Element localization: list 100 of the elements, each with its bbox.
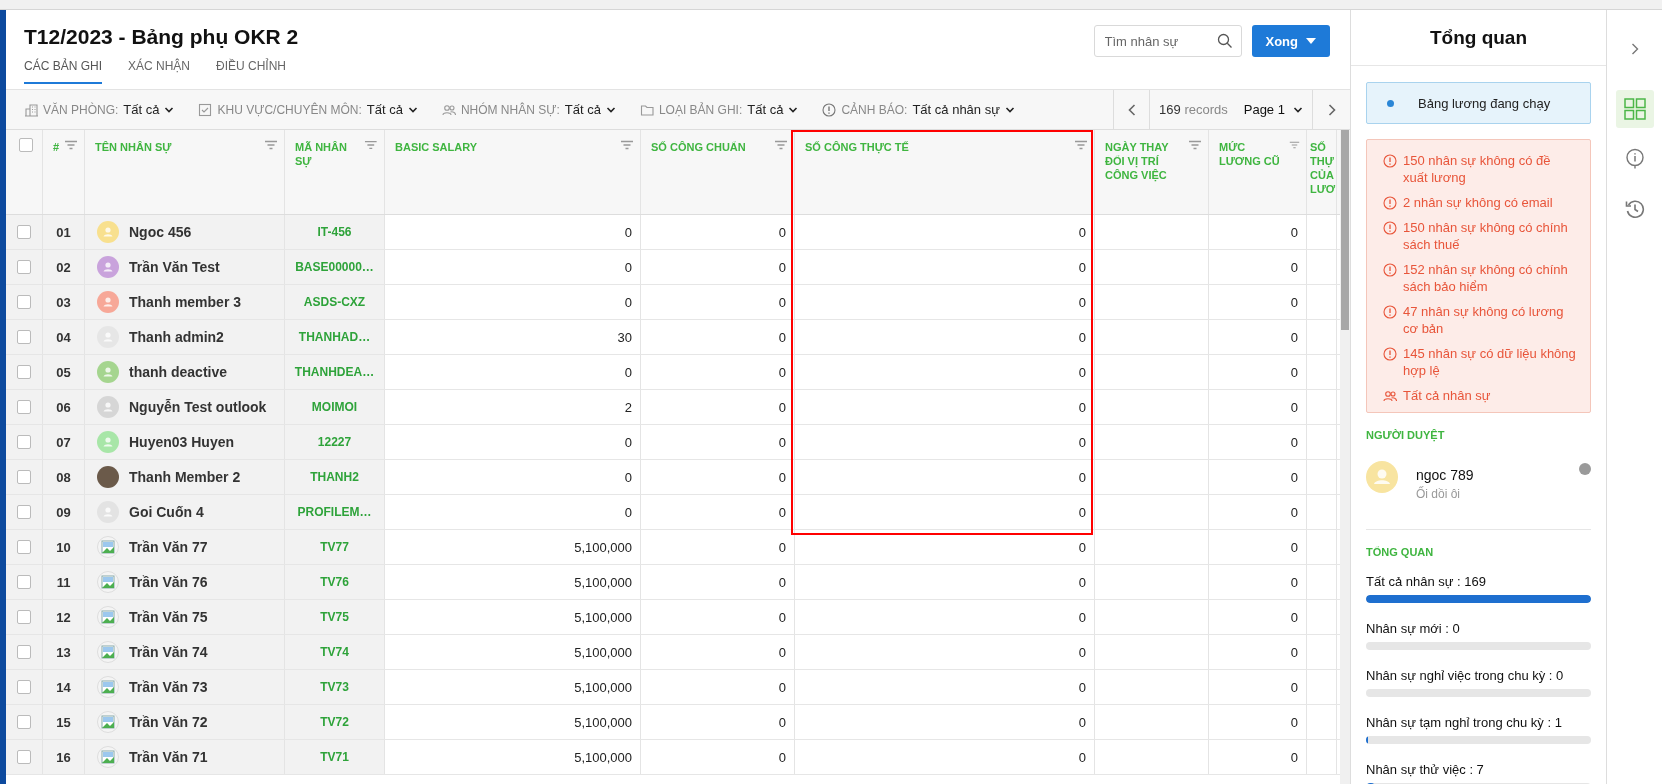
warning-text[interactable]: Tất cả nhân sự bbox=[1403, 387, 1491, 404]
table-cell: 0 bbox=[1078, 679, 1086, 695]
table-cell: 0 bbox=[778, 469, 786, 485]
row-checkbox[interactable] bbox=[17, 540, 31, 554]
row-checkbox[interactable] bbox=[17, 575, 31, 589]
table-cell: 5,100,000 bbox=[574, 749, 632, 765]
image-icon bbox=[97, 746, 119, 768]
row-number: 04 bbox=[56, 329, 71, 345]
row-checkbox[interactable] bbox=[17, 680, 31, 694]
table-cell: 0 bbox=[1078, 329, 1086, 345]
image-icon bbox=[97, 711, 119, 733]
scrollbar-thumb[interactable] bbox=[1341, 130, 1349, 330]
table-cell: 0 bbox=[1290, 399, 1298, 415]
warning-text[interactable]: 2 nhân sự không có email bbox=[1403, 194, 1553, 211]
row-checkbox[interactable] bbox=[17, 295, 31, 309]
row-checkbox[interactable] bbox=[17, 365, 31, 379]
table-cell: 0 bbox=[1290, 469, 1298, 485]
image-icon bbox=[97, 571, 119, 593]
row-checkbox[interactable] bbox=[17, 435, 31, 449]
row-checkbox[interactable] bbox=[17, 610, 31, 624]
people-icon bbox=[1383, 389, 1397, 403]
info-icon bbox=[1624, 148, 1645, 170]
grid-icon bbox=[1623, 98, 1646, 120]
employee-name: Trần Văn 73 bbox=[129, 679, 208, 695]
row-number: 06 bbox=[56, 399, 71, 415]
filter-dropdown[interactable]: CẢNH BÁO: Tất cả nhân sự bbox=[822, 102, 1015, 117]
table-cell: 5,100,000 bbox=[574, 609, 632, 625]
tab[interactable]: ĐIỀU CHỈNH bbox=[216, 59, 287, 84]
filter-icon bbox=[1074, 140, 1088, 150]
filter-dropdown[interactable]: LOẠI BẢN GHI: Tất cả bbox=[639, 102, 799, 117]
approver-name: ngoc 789 bbox=[1416, 467, 1474, 483]
table-cell: 0 bbox=[1078, 469, 1086, 485]
page-dropdown[interactable]: Page 1 bbox=[1243, 102, 1303, 117]
column-header: SỐ THỰ CỦA LƯƠ bbox=[1310, 140, 1336, 196]
row-number: 02 bbox=[56, 259, 71, 275]
employee-name: Thanh admin2 bbox=[129, 329, 224, 345]
row-number: 16 bbox=[56, 749, 71, 765]
column-header: TÊN NHÂN SỰ bbox=[95, 140, 172, 154]
employee-name: Trần Văn 75 bbox=[129, 609, 208, 625]
search-field[interactable]: Tìm nhân sự bbox=[1093, 25, 1242, 57]
table-cell: 0 bbox=[624, 259, 632, 275]
filter-icon bbox=[64, 140, 78, 150]
employee-code: THANHDEA… bbox=[294, 365, 375, 379]
warning-text[interactable]: 152 nhân sự không có chính sách bảo hiểm bbox=[1403, 261, 1578, 295]
table-cell: 0 bbox=[778, 399, 786, 415]
select-all-checkbox[interactable] bbox=[19, 138, 33, 152]
table-cell: 0 bbox=[778, 679, 786, 695]
table-cell: 0 bbox=[1290, 434, 1298, 450]
row-number: 01 bbox=[56, 224, 71, 240]
row-checkbox[interactable] bbox=[17, 470, 31, 484]
table-cell: 0 bbox=[1290, 749, 1298, 765]
tab[interactable]: XÁC NHẬN bbox=[128, 59, 191, 84]
row-checkbox[interactable] bbox=[17, 750, 31, 764]
row-number: 10 bbox=[56, 539, 71, 555]
row-checkbox[interactable] bbox=[17, 330, 31, 344]
warning-text[interactable]: 47 nhân sự không có lương cơ bản bbox=[1403, 303, 1578, 337]
filter-dropdown[interactable]: KHU VỰC/CHUYÊN MÔN: Tất cả bbox=[198, 102, 418, 117]
row-checkbox[interactable] bbox=[17, 260, 31, 274]
filter-icon bbox=[1289, 140, 1300, 150]
table-cell: 0 bbox=[624, 224, 632, 240]
warning-text[interactable]: 150 nhân sự không có đề xuất lương bbox=[1403, 152, 1578, 186]
stat-label: Tất cả nhân sự : 169 bbox=[1366, 574, 1487, 589]
table-cell: 0 bbox=[778, 434, 786, 450]
warning-text[interactable]: 145 nhân sự có dữ liệu không hợp lệ bbox=[1403, 345, 1578, 379]
table-cell: 0 bbox=[1290, 329, 1298, 345]
filter-dropdown[interactable]: VĂN PHÒNG: Tất cả bbox=[24, 102, 175, 117]
row-checkbox[interactable] bbox=[17, 645, 31, 659]
row-checkbox[interactable] bbox=[17, 505, 31, 519]
row-number: 07 bbox=[56, 434, 71, 450]
table-cell: 0 bbox=[1290, 609, 1298, 625]
table-cell: 5,100,000 bbox=[574, 574, 632, 590]
employee-code: TV72 bbox=[320, 715, 349, 729]
employee-code: PROFILEM… bbox=[297, 505, 372, 519]
employee-name: Trần Văn 77 bbox=[129, 539, 208, 555]
row-checkbox[interactable] bbox=[17, 715, 31, 729]
warning-text[interactable]: 150 nhân sự không có chính sách thuế bbox=[1403, 219, 1578, 253]
table-cell: 2 bbox=[624, 399, 632, 415]
row-number: 12 bbox=[56, 609, 71, 625]
table-cell: 0 bbox=[1078, 434, 1086, 450]
employee-name: Thanh member 3 bbox=[129, 294, 242, 310]
row-checkbox[interactable] bbox=[17, 225, 31, 239]
employee-name: Trần Văn 74 bbox=[129, 644, 208, 660]
stat-label: Nhân sự mới : 0 bbox=[1366, 621, 1461, 636]
column-header: SỐ CÔNG THỰC TẾ bbox=[805, 140, 909, 154]
employee-code: ASDS-CXZ bbox=[303, 295, 366, 309]
sidebar-tab[interactable] bbox=[1615, 90, 1654, 128]
table-cell: 30 bbox=[617, 329, 632, 345]
table-cell: 0 bbox=[1290, 644, 1298, 660]
chevron-right-icon bbox=[1327, 103, 1336, 116]
tab[interactable]: CÁC BẢN GHI bbox=[24, 59, 102, 84]
table-cell: 0 bbox=[1078, 504, 1086, 520]
avatar-icon bbox=[1366, 461, 1398, 493]
alert-icon bbox=[1383, 263, 1397, 277]
row-checkbox[interactable] bbox=[17, 400, 31, 414]
warning-icon bbox=[822, 102, 837, 117]
filter-dropdown[interactable]: NHÓM NHÂN SỰ: Tất cả bbox=[441, 102, 616, 117]
table-cell: 5,100,000 bbox=[574, 539, 632, 555]
done-button[interactable]: Xong bbox=[1251, 25, 1330, 57]
record-count: 169 records bbox=[1159, 102, 1228, 117]
stat-label: Nhân sự tạm nghỉ trong chu kỳ : 1 bbox=[1366, 715, 1563, 730]
